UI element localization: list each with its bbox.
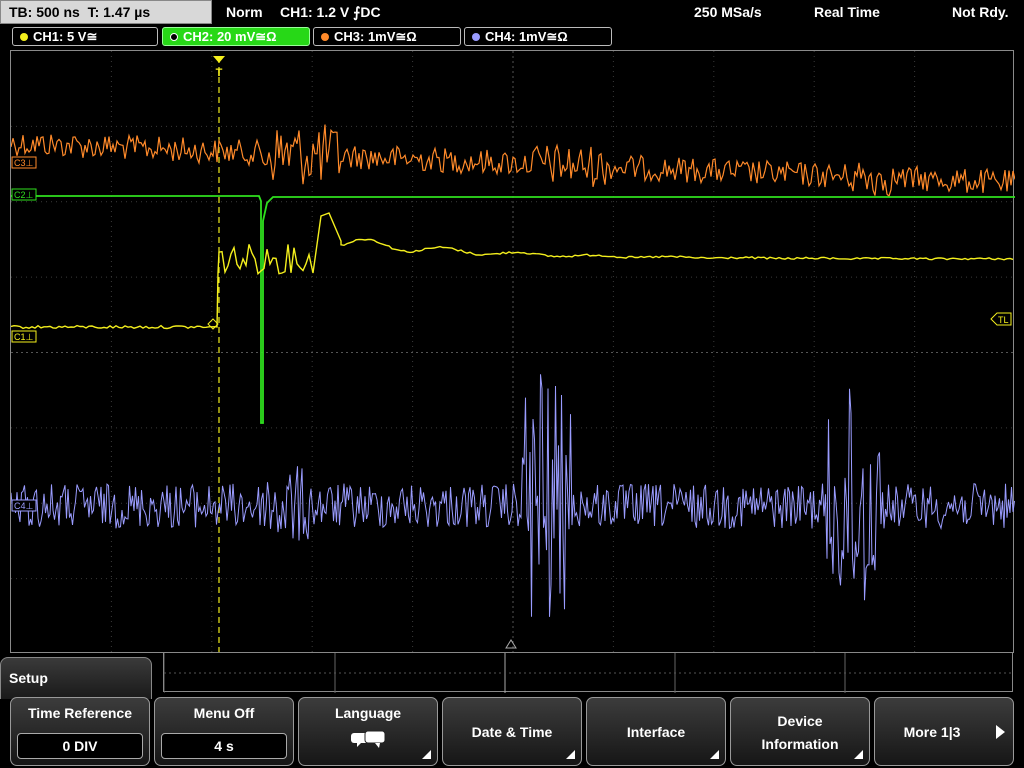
acquisition-mode: Real Time: [814, 4, 880, 20]
ch2-marker-label: C2⊥: [14, 190, 34, 200]
channel-1-label: CH1: 5 V≅: [33, 29, 98, 44]
status-bar: TB: 500 ns T: 1.47 µs Norm CH1: 1.2 V ⨍D…: [0, 0, 1024, 26]
trigger-time-value: T: 1.47 µs: [87, 4, 151, 20]
ch1-marker-label: C1⊥: [14, 332, 34, 342]
next-page-arrow-icon: [996, 725, 1005, 739]
language-softkey[interactable]: Language: [298, 697, 438, 766]
more-softkey[interactable]: More 1|3: [874, 697, 1014, 766]
time-reference-softkey[interactable]: Time Reference 0 DIV: [10, 697, 150, 766]
channel-tabs: CH1: 5 V≅ CH2: 20 mV≅Ω CH3: 1mV≅Ω CH4: 1…: [0, 27, 1024, 49]
trigger-position-marker[interactable]: T: [213, 56, 225, 79]
timebase-value: TB: 500 ns: [9, 4, 80, 20]
device-info-label-line2: Information: [761, 736, 839, 752]
device-information-softkey[interactable]: Device Information: [730, 697, 870, 766]
trigger-arrow-icon: [213, 56, 225, 63]
interface-label: Interface: [626, 724, 686, 740]
trigger-level-label: TL: [998, 315, 1009, 325]
channel-4-tab[interactable]: CH4: 1mV≅Ω: [464, 27, 612, 46]
submenu-indicator-icon: [854, 750, 863, 759]
ch4-ground-marker[interactable]: C4⊥: [11, 499, 37, 512]
submenu-indicator-icon: [710, 750, 719, 759]
ch4-marker-label: C4⊥: [14, 501, 34, 511]
submenu-indicator-icon: [566, 750, 575, 759]
ch2-ground-marker[interactable]: C2⊥: [11, 188, 37, 201]
waveform-display[interactable]: T C3⊥ C2⊥ C1⊥ C4⊥ TL: [10, 50, 1015, 654]
channel-2-tab[interactable]: CH2: 20 mV≅Ω: [162, 27, 310, 46]
ch3-marker-label: C3⊥: [14, 158, 34, 168]
trigger-level-marker[interactable]: TL: [990, 312, 1012, 326]
trigger-mode[interactable]: Norm: [226, 0, 263, 24]
ch2-dot-icon: [170, 33, 178, 41]
run-state: Not Rdy.: [952, 4, 1009, 20]
ch1-ground-marker[interactable]: C1⊥: [11, 330, 37, 343]
time-reference-value: 0 DIV: [17, 733, 143, 759]
channel-2-label: CH2: 20 mV≅Ω: [183, 29, 277, 44]
ch4-trace: [11, 374, 1015, 617]
speech-bubbles-icon: [351, 730, 386, 748]
date-time-label: Date & Time: [471, 724, 553, 740]
channel-4-label: CH4: 1mV≅Ω: [485, 29, 568, 44]
submenu-indicator-icon: [422, 750, 431, 759]
menu-title-tab: Setup: [0, 657, 152, 699]
ch3-dot-icon: [321, 33, 329, 41]
lower-grid-strip: [163, 652, 1014, 693]
trigger-pos-label: T: [216, 67, 223, 79]
ch1-trace: [11, 212, 1014, 330]
ch1-dot-icon: [20, 33, 28, 41]
time-reference-label: Time Reference: [27, 705, 132, 721]
channel-3-label: CH3: 1mV≅Ω: [334, 29, 417, 44]
more-label: More 1|3: [903, 724, 961, 740]
timebase-readout[interactable]: TB: 500 ns T: 1.47 µs: [0, 0, 212, 24]
waveform-svg: T C3⊥ C2⊥ C1⊥ C4⊥ TL: [11, 51, 1015, 654]
menu-off-value: 4 s: [161, 733, 287, 759]
menu-off-label: Menu Off: [193, 705, 255, 721]
ch4-dot-icon: [472, 33, 480, 41]
date-time-softkey[interactable]: Date & Time: [442, 697, 582, 766]
interface-softkey[interactable]: Interface: [586, 697, 726, 766]
menu-title: Setup: [9, 670, 48, 686]
channel-3-tab[interactable]: CH3: 1mV≅Ω: [313, 27, 461, 46]
channel-1-tab[interactable]: CH1: 5 V≅: [12, 27, 158, 46]
trigger-setting[interactable]: CH1: 1.2 V ⨍DC: [280, 0, 381, 24]
ch3-trace: [11, 124, 1015, 198]
device-info-label-line1: Device: [777, 713, 823, 729]
ch2-trace: [11, 195, 1015, 424]
ch3-ground-marker[interactable]: C3⊥: [11, 156, 37, 169]
horizontal-position-icon: [505, 639, 517, 649]
language-label: Language: [334, 705, 402, 721]
sample-rate: 250 MSa/s: [694, 4, 762, 20]
menu-off-softkey[interactable]: Menu Off 4 s: [154, 697, 294, 766]
